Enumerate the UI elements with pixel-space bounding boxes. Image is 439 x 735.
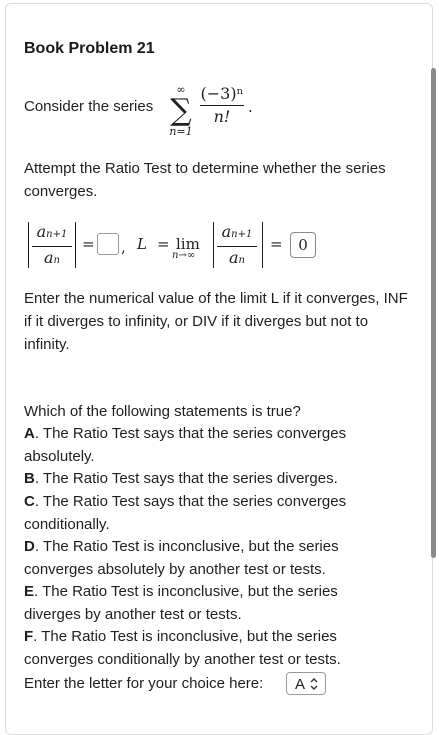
- ratio-answer-input[interactable]: [97, 233, 119, 255]
- ratio-fraction: an+1 an: [32, 222, 72, 271]
- consider-text: Consider the series: [24, 98, 154, 115]
- L-label: L: [137, 235, 147, 253]
- sum-lower: n=1: [169, 125, 193, 138]
- lim-subscript: n→∞: [172, 250, 196, 261]
- option-text: . The Ratio Test is inconclusive, but th…: [24, 583, 338, 623]
- abs-bar-left-2: [213, 222, 214, 268]
- chevron-updown-icon: [310, 678, 318, 690]
- option-text: . The Ratio Test says that the series di…: [34, 470, 338, 487]
- equals-sign: =: [82, 235, 95, 253]
- choice-label: Enter the letter for your choice here:: [24, 675, 264, 692]
- option-text: . The Ratio Test says that the series co…: [24, 425, 347, 465]
- option-A: A. The Ratio Test says that the series c…: [24, 422, 384, 468]
- option-letter: B: [24, 470, 35, 487]
- option-letter: D: [24, 538, 35, 555]
- option-text: . The Ratio Test says that the series co…: [24, 493, 347, 533]
- option-text: . The Ratio Test is inconclusive, but th…: [24, 538, 339, 578]
- choice-value: A: [295, 676, 306, 693]
- ratio-fraction-2: an+1 an: [217, 222, 257, 271]
- ratio-den-base: a: [44, 248, 54, 267]
- option-letter: A: [24, 425, 35, 442]
- option-F: F. The Ratio Test is inconclusive, but t…: [24, 625, 399, 671]
- summation: ∞ ∑ n=1: [164, 84, 198, 138]
- option-B: B. The Ratio Test says that the series d…: [24, 467, 416, 490]
- option-letter: F: [24, 628, 34, 645]
- scrollbar[interactable]: [431, 68, 436, 558]
- option-letter: E: [24, 583, 35, 600]
- option-letter: C: [24, 493, 35, 510]
- question-prompt: Which of the following statements is tru…: [24, 403, 301, 420]
- instruction-text: Attempt the Ratio Test to determine whet…: [24, 160, 386, 200]
- series-numerator: (−3)ⁿ: [200, 84, 244, 103]
- abs-bar-right-2: [262, 222, 263, 268]
- sigma-symbol: ∑: [170, 93, 192, 128]
- enter-instruction: Enter the numerical value of the limit L…: [24, 290, 408, 353]
- option-D: D. The Ratio Test is inconclusive, but t…: [24, 535, 384, 581]
- problem-title: Book Problem 21: [24, 40, 155, 57]
- comma: ,: [121, 238, 126, 256]
- abs-bar-left: [28, 222, 29, 268]
- equals-sign-2: =: [157, 235, 170, 253]
- option-E: E. The Ratio Test is inconclusive, but t…: [24, 580, 384, 626]
- option-C: C. The Ratio Test says that the series c…: [24, 490, 384, 536]
- series-period: .: [248, 98, 253, 116]
- series-term: (−3)ⁿ n!: [200, 84, 244, 127]
- equals-sign-3: =: [270, 235, 283, 253]
- abs-bar-right: [75, 222, 76, 268]
- ratio-num-base: a: [36, 222, 47, 241]
- limit-answer-input[interactable]: 0: [290, 232, 316, 258]
- option-text: . The Ratio Test is inconclusive, but th…: [24, 628, 341, 668]
- ratio-num-sub: n+1: [46, 229, 68, 240]
- series-denominator: n!: [213, 107, 231, 126]
- choice-select[interactable]: A: [286, 672, 326, 695]
- fraction-bar: [200, 105, 244, 106]
- ratio-den-sub: n: [53, 255, 60, 266]
